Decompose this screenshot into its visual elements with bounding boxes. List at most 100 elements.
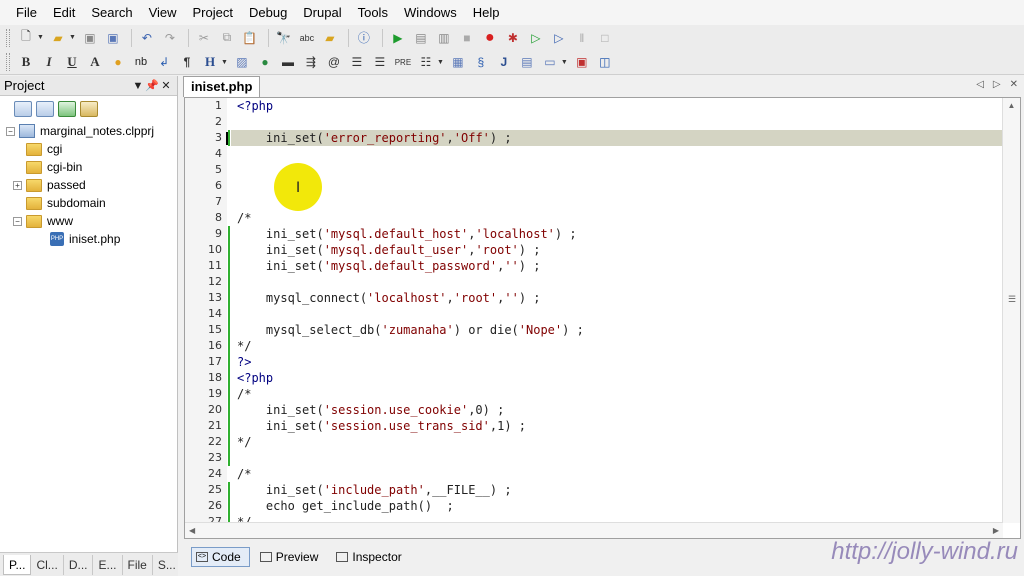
- email-icon[interactable]: @: [324, 52, 344, 72]
- form-icon[interactable]: ▤: [517, 52, 537, 72]
- tab-code[interactable]: <> Code: [191, 547, 250, 567]
- code-line[interactable]: echo get_include_path() ;: [237, 498, 996, 514]
- run-config-icon[interactable]: ▤: [411, 28, 431, 48]
- pause-icon[interactable]: ‖: [572, 28, 592, 48]
- code-line[interactable]: /*: [237, 210, 996, 226]
- frame-icon[interactable]: ▣: [572, 52, 592, 72]
- code-line[interactable]: <?php: [237, 98, 996, 114]
- record-icon[interactable]: ●: [480, 28, 500, 48]
- pre-button[interactable]: PRE: [393, 52, 413, 72]
- panel-tab[interactable]: File: [123, 554, 153, 575]
- tree-item[interactable]: cgi-bin: [6, 158, 177, 176]
- scroll-left-icon[interactable]: ◀: [189, 523, 195, 538]
- menu-debug[interactable]: Debug: [241, 0, 295, 26]
- tree-item[interactable]: subdomain: [6, 194, 177, 212]
- undo-icon[interactable]: ↶: [137, 28, 157, 48]
- italic-button[interactable]: I: [39, 52, 59, 72]
- horizontal-rule-icon[interactable]: ▬: [278, 52, 298, 72]
- code-line[interactable]: ini_set('mysql.default_user','root') ;: [237, 242, 996, 258]
- step-icon[interactable]: ▥: [434, 28, 454, 48]
- menu-project[interactable]: Project: [185, 0, 241, 26]
- anchor-icon[interactable]: ⇶: [301, 52, 321, 72]
- underline-button[interactable]: U: [62, 52, 82, 72]
- menu-search[interactable]: Search: [83, 0, 140, 26]
- code-line[interactable]: ini_set('mysql.default_host','localhost'…: [237, 226, 996, 242]
- code-line[interactable]: ini_set('session.use_cookie',0) ;: [237, 402, 996, 418]
- scroll-thumb-icon[interactable]: ☰: [1008, 294, 1016, 305]
- panel-tab[interactable]: P...: [3, 554, 32, 575]
- menu-drupal[interactable]: Drupal: [295, 0, 349, 26]
- menu-view[interactable]: View: [141, 0, 185, 26]
- expand-icon[interactable]: +: [13, 180, 22, 190]
- find-icon[interactable]: 🔭: [274, 28, 294, 48]
- find-in-files-icon[interactable]: ▰: [320, 28, 340, 48]
- css-icon[interactable]: §: [471, 52, 491, 72]
- layout-icon[interactable]: ◫: [595, 52, 615, 72]
- code-line[interactable]: mysql_connect('localhost','root','') ;: [237, 290, 996, 306]
- code-line[interactable]: ini_set('session.use_trans_sid',1) ;: [237, 418, 996, 434]
- align-left-icon[interactable]: ☰: [347, 52, 367, 72]
- menu-edit[interactable]: Edit: [45, 0, 83, 26]
- cut-icon[interactable]: ✂: [194, 28, 214, 48]
- menu-windows[interactable]: Windows: [396, 0, 465, 26]
- code-line[interactable]: ini_set('error_reporting','Off') ;: [226, 130, 1018, 146]
- tree-item[interactable]: cgi: [6, 140, 177, 158]
- font-button[interactable]: A: [85, 52, 105, 72]
- scroll-tabs-right-icon[interactable]: ▷: [993, 79, 1001, 90]
- code-line[interactable]: [237, 146, 996, 162]
- code-line[interactable]: /*: [237, 466, 996, 482]
- close-tab-icon[interactable]: ✕: [1010, 79, 1018, 90]
- code-editor[interactable]: 1 2 3 4 5 6 7 8 9 10 11 12 13 14 15 16 17 18 19 20 21 22 23 24 2…: [184, 97, 1021, 539]
- new-file-icon[interactable]: 🗋: [16, 28, 36, 48]
- align-center-icon[interactable]: ☰: [370, 52, 390, 72]
- code-line[interactable]: */: [237, 434, 996, 450]
- code-line[interactable]: ini_set('mysql.default_password','') ;: [237, 258, 996, 274]
- add-file-icon[interactable]: [14, 101, 32, 117]
- javascript-button[interactable]: J: [494, 52, 514, 72]
- copy-icon[interactable]: ⧉: [217, 28, 237, 48]
- panel-tab[interactable]: D...: [64, 554, 94, 575]
- tab-inspector[interactable]: Inspector: [332, 547, 409, 567]
- heading-button[interactable]: H: [200, 52, 220, 72]
- code-line[interactable]: [237, 274, 996, 290]
- code-text[interactable]: <?php ini_set('error_reporting','Off') ;…: [226, 98, 1018, 530]
- panel-tab[interactable]: Cl...: [31, 554, 64, 575]
- scroll-tabs-left-icon[interactable]: ◁: [976, 79, 984, 90]
- pin-icon[interactable]: 📌: [145, 79, 159, 92]
- properties-icon[interactable]: [80, 101, 98, 117]
- help-icon[interactable]: ⓘ: [354, 28, 374, 48]
- code-line[interactable]: [237, 306, 996, 322]
- debug-step-icon[interactable]: ▷: [549, 28, 569, 48]
- replace-icon[interactable]: abc: [297, 28, 317, 48]
- add-folder-icon[interactable]: [36, 101, 54, 117]
- stop-icon[interactable]: ■: [457, 28, 477, 48]
- close-icon[interactable]: ✕: [159, 79, 173, 92]
- tab-preview[interactable]: Preview: [256, 547, 327, 567]
- color-icon[interactable]: ●: [108, 52, 128, 72]
- code-line[interactable]: [237, 162, 996, 178]
- toolbar-grip[interactable]: [6, 53, 10, 71]
- code-line[interactable]: /*: [237, 386, 996, 402]
- refresh-icon[interactable]: [58, 101, 76, 117]
- image-icon[interactable]: ▨: [232, 52, 252, 72]
- run-icon[interactable]: ▶: [388, 28, 408, 48]
- stop-debug-icon[interactable]: □: [595, 28, 615, 48]
- chevron-down-icon[interactable]: ▼: [69, 34, 76, 41]
- tree-item[interactable]: + passed: [6, 176, 177, 194]
- line-break-icon[interactable]: ↲: [154, 52, 174, 72]
- menu-tools[interactable]: Tools: [350, 0, 396, 26]
- code-line[interactable]: [237, 178, 996, 194]
- panel-tab[interactable]: E...: [93, 554, 123, 575]
- save-icon[interactable]: ▣: [80, 28, 100, 48]
- paste-icon[interactable]: 📋: [240, 28, 260, 48]
- list-icon[interactable]: ☷: [416, 52, 436, 72]
- chevron-down-icon[interactable]: ▼: [561, 59, 568, 66]
- scroll-right-icon[interactable]: ▶: [993, 523, 999, 538]
- toolbar-grip[interactable]: [6, 28, 10, 47]
- form-field-icon[interactable]: ▭: [540, 52, 560, 72]
- tab-iniset-php[interactable]: iniset.php: [183, 76, 261, 97]
- code-line[interactable]: [237, 450, 996, 466]
- code-line[interactable]: [237, 194, 996, 210]
- code-line[interactable]: <?php: [237, 370, 996, 386]
- chevron-down-icon[interactable]: ▼: [437, 59, 444, 66]
